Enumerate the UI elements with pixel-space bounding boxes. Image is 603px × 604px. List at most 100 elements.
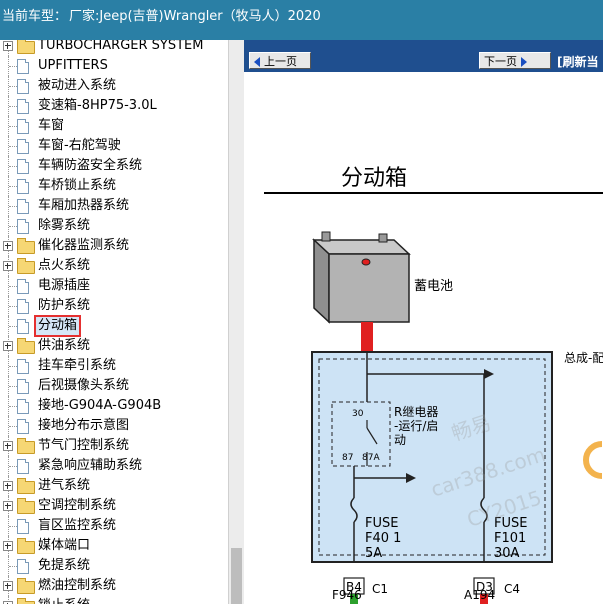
tree-item-label: 除雾系统 [38, 218, 91, 233]
expand-icon[interactable] [3, 501, 13, 511]
battery-label: 蓄电池 [414, 279, 453, 294]
document-icon [17, 359, 29, 374]
refresh-link[interactable]: [刷新当 [557, 53, 599, 70]
tree-folder-item[interactable]: 供油系统 [0, 336, 228, 356]
document-icon [17, 319, 29, 334]
document-icon [17, 419, 29, 434]
tree-item-label: 分动箱 [33, 315, 82, 337]
tree-folder-item[interactable]: 空调控制系统 [0, 496, 228, 516]
tree-connector [9, 366, 17, 367]
tree-item-label: 节气门控制系统 [38, 438, 130, 453]
document-icon [17, 459, 29, 474]
next-page-button[interactable]: 下一页 [479, 52, 551, 69]
tree-doc-item[interactable]: 车桥锁止系统 [0, 176, 228, 196]
tree-doc-item[interactable]: 被动进入系统 [0, 76, 228, 96]
battery-icon [312, 231, 411, 324]
folder-icon [17, 438, 35, 454]
tree-folder-item[interactable]: TURBOCHARGER SYSTEM [0, 40, 228, 56]
tree-doc-item[interactable]: 接地分布示意图 [0, 416, 228, 436]
tree-doc-item[interactable]: 防护系统 [0, 296, 228, 316]
tree-doc-item[interactable]: 紧急响应辅助系统 [0, 456, 228, 476]
tree-item-label: 空调控制系统 [38, 498, 117, 513]
tree-doc-item[interactable]: 电源插座 [0, 276, 228, 296]
tree-item-label: 挂车牵引系统 [38, 358, 117, 373]
document-icon [17, 519, 29, 534]
watermark-logo-icon [583, 441, 603, 479]
tree-doc-item[interactable]: 免提系统 [0, 556, 228, 576]
tree-connector [9, 186, 17, 187]
fuse1-line2: F40 1 [365, 531, 401, 546]
tree-doc-item[interactable]: 盲区监控系统 [0, 516, 228, 536]
expand-icon[interactable] [3, 341, 13, 351]
tree-item-label: 车窗-右舵驾驶 [38, 138, 121, 153]
document-icon [17, 199, 29, 214]
document-icon [17, 379, 29, 394]
tree-scrollbar[interactable] [228, 40, 244, 604]
tree-connector [9, 526, 17, 527]
expand-icon[interactable] [3, 581, 13, 591]
document-icon [17, 279, 29, 294]
tree-connector [9, 206, 17, 207]
tree-connector [9, 166, 17, 167]
tree-item-label: 接地-G904A-G904B [38, 398, 162, 413]
tree-folder-item[interactable]: 点火系统 [0, 256, 228, 276]
scrollbar-thumb[interactable] [231, 548, 242, 604]
tree-doc-item[interactable]: 变速箱-8HP75-3.0L [0, 96, 228, 116]
expand-icon[interactable] [3, 241, 13, 251]
tree-item-label: 催化器监测系统 [38, 238, 130, 253]
document-icon [17, 159, 29, 174]
expand-icon[interactable] [3, 481, 13, 491]
tree-item-label: 车桥锁止系统 [38, 178, 117, 193]
tree-item-label: 锁止系统 [38, 597, 90, 604]
tree-folder-item[interactable]: 媒体端口 [0, 536, 228, 556]
tree-folder-item[interactable]: 催化器监测系统 [0, 236, 228, 256]
tree-folder-item[interactable]: 燃油控制系统 [0, 576, 228, 596]
tree-item-label: 点火系统 [38, 258, 91, 273]
tree-item-label: 免提系统 [38, 558, 91, 573]
tree-connector [9, 406, 17, 407]
relay-label-3: 动 [394, 433, 406, 447]
tree-item-label: 接地分布示意图 [38, 418, 130, 433]
tree-folder-item[interactable]: 节气门控制系统 [0, 436, 228, 456]
document-icon [17, 399, 29, 414]
vehicle-label: 当前车型： [2, 9, 68, 24]
tree-doc-item[interactable]: 车窗 [0, 116, 228, 136]
fuse2-line3: 30A [494, 546, 520, 561]
tree-doc-item[interactable]: 后视摄像头系统 [0, 376, 228, 396]
system-tree[interactable]: TURBOCHARGER SYSTEM UPFITTERS 被动进入系统 变速箱-8H… [0, 40, 229, 604]
document-icon [17, 99, 29, 114]
tree-doc-item[interactable]: 车辆防盗安全系统 [0, 156, 228, 176]
tree-item-label: 供油系统 [38, 338, 91, 353]
tree-doc-item[interactable]: 分动箱 [0, 315, 228, 337]
tree-doc-item[interactable]: 车窗-右舵驾驶 [0, 136, 228, 156]
tree-connector [9, 326, 17, 327]
tree-folder-item[interactable]: 进气系统 [0, 476, 228, 496]
tree-item-label: 车窗 [38, 118, 65, 133]
tree-doc-item[interactable]: 车厢加热器系统 [0, 196, 228, 216]
prev-page-button[interactable]: 上一页 [249, 52, 311, 69]
tree-doc-item[interactable]: 除雾系统 [0, 216, 228, 236]
document-icon [17, 219, 29, 234]
tree-connector [9, 126, 17, 127]
folder-icon [17, 478, 35, 494]
folder-icon [17, 538, 35, 554]
folder-icon [17, 258, 35, 274]
tree-doc-item[interactable]: 挂车牵引系统 [0, 356, 228, 376]
document-icon [17, 79, 29, 94]
diagram-panel: 上一页 下一页 [刷新当 分动箱 蓄电池 总成-配 30 87 87A R继电器… [244, 40, 603, 604]
tree-connector [9, 86, 17, 87]
tree-item-label: 后视摄像头系统 [38, 378, 130, 393]
expand-icon[interactable] [3, 441, 13, 451]
relay-pin-87a: 87A [362, 453, 380, 463]
tree-doc-item[interactable]: UPFITTERS [0, 56, 228, 76]
arrow-left-icon [254, 57, 260, 67]
expand-icon[interactable] [3, 261, 13, 271]
expand-icon[interactable] [3, 541, 13, 551]
tree-item-label: 防护系统 [38, 298, 91, 313]
tree-doc-item[interactable]: 接地-G904A-G904B [0, 396, 228, 416]
expand-icon[interactable] [3, 41, 13, 51]
tree-item-label: 进气系统 [38, 478, 91, 493]
tree-folder-item[interactable]: 锁止系统 [0, 596, 228, 604]
folder-icon [17, 498, 35, 514]
tree-connector [9, 226, 17, 227]
